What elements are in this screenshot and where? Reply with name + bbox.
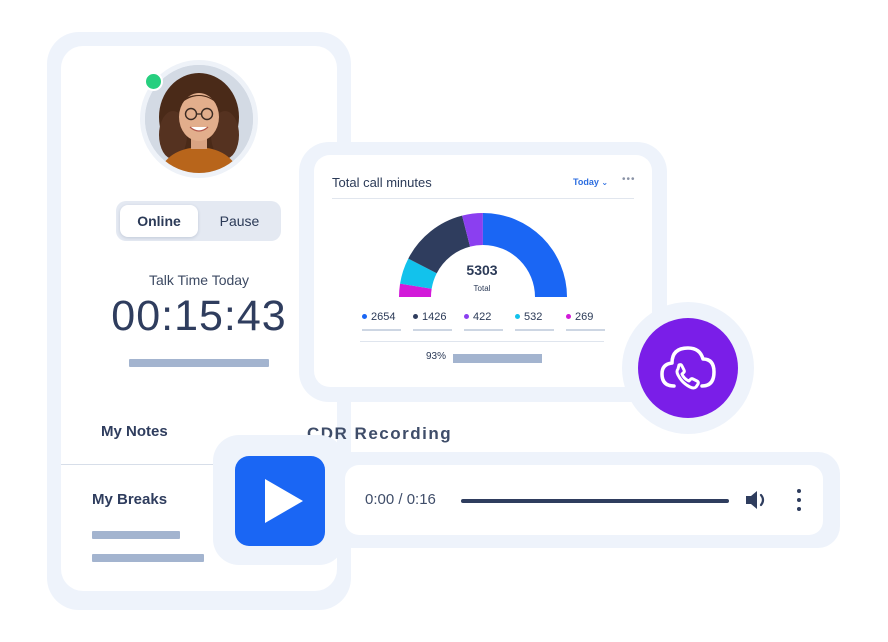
period-dropdown[interactable]: Today ⌄ <box>573 177 608 187</box>
status-toggle: Online Pause <box>116 201 281 241</box>
cloud-phone-icon <box>660 346 716 390</box>
playback-time: 0:00 / 0:16 <box>365 491 436 508</box>
more-horizontal-icon[interactable]: ••• <box>622 174 636 185</box>
play-button[interactable] <box>235 456 325 546</box>
period-label: Today <box>573 177 599 187</box>
chart-footer-rule <box>360 341 604 342</box>
gauge-total-value: 5303 <box>466 262 498 278</box>
talk-time-value: 00:15:43 <box>111 292 287 340</box>
break-bar-1 <box>92 531 180 539</box>
legend-underline <box>566 329 605 331</box>
online-option[interactable]: Online <box>120 205 198 237</box>
legend-item-422: 422 <box>464 311 491 323</box>
volume-icon[interactable] <box>744 489 770 511</box>
playback-track[interactable] <box>461 499 729 503</box>
legend-value: 269 <box>575 311 594 323</box>
talk-time-label: Talk Time Today <box>148 272 250 288</box>
more-vertical-icon[interactable] <box>796 489 802 516</box>
break-bar-2 <box>92 554 204 562</box>
legend-swatch <box>413 313 418 319</box>
pause-option[interactable]: Pause <box>202 205 277 237</box>
legend-value: 532 <box>524 311 543 323</box>
legend-swatch <box>566 313 571 319</box>
online-status-dot <box>144 72 163 91</box>
play-icon <box>265 479 303 523</box>
legend-underline <box>362 329 401 331</box>
gauge-total-label: Total <box>473 284 491 293</box>
talk-time-bar <box>129 359 269 367</box>
my-breaks-title[interactable]: My Breaks <box>92 491 167 508</box>
legend-swatch <box>464 313 469 319</box>
cloud-phone-badge <box>638 318 738 418</box>
legend-item-532: 532 <box>515 311 542 323</box>
chevron-down-icon: ⌄ <box>601 178 609 187</box>
legend-item-2654: 2654 <box>362 311 395 323</box>
legend-underline <box>413 329 452 331</box>
legend-value: 2654 <box>371 311 396 323</box>
legend-swatch <box>362 313 367 319</box>
legend-swatch <box>515 313 520 319</box>
progress-percent: 93% <box>426 351 447 362</box>
chart-title: Total call minutes <box>332 175 432 190</box>
legend-underline <box>464 329 503 331</box>
legend-item-269: 269 <box>566 311 593 323</box>
legend-underline <box>515 329 554 331</box>
legend-value: 1426 <box>422 311 447 323</box>
chart-header-rule <box>332 198 634 199</box>
progress-bar <box>453 354 542 363</box>
legend-item-1426: 1426 <box>413 311 446 323</box>
my-notes-title[interactable]: My Notes <box>101 423 168 440</box>
legend-value: 422 <box>473 311 492 323</box>
